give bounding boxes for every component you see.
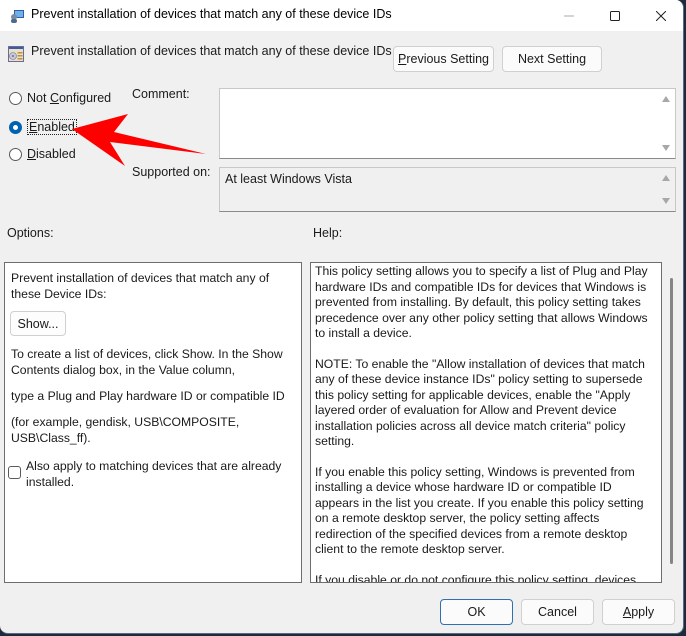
help-label: Help:	[313, 226, 343, 240]
comment-textarea[interactable]	[219, 88, 676, 159]
help-paragraph: This policy setting allows you to specif…	[315, 264, 648, 340]
show-button[interactable]: Show...	[10, 311, 66, 336]
radio-button-checked[interactable]	[9, 120, 22, 134]
radio-label: Enabled	[27, 119, 77, 135]
radio-button[interactable]	[9, 91, 22, 105]
apply-installed-checkbox-row[interactable]: Also apply to matching devices that are …	[8, 458, 296, 490]
radio-not-configured[interactable]: Not Configured	[9, 91, 111, 105]
next-setting-button[interactable]: Next Setting	[502, 46, 602, 72]
close-button[interactable]	[638, 0, 683, 31]
title-bar: Prevent installation of devices that mat…	[0, 0, 683, 31]
supported-on-value: At least Windows Vista	[225, 172, 352, 186]
supported-on-field: At least Windows Vista	[219, 167, 676, 212]
button-label: revious Setting	[406, 52, 490, 66]
apply-installed-checkbox[interactable]	[8, 466, 21, 479]
help-paragraph: NOTE: To enable the "Allow installation …	[315, 356, 645, 449]
radio-disabled[interactable]: Disabled	[9, 147, 76, 161]
options-instructions-3: (for example, gendisk, USB\COMPOSITE, US…	[11, 415, 240, 445]
help-text: This policy setting allows you to specif…	[311, 264, 661, 583]
supported-on-label: Supported on:	[132, 165, 211, 179]
options-instructions-1: To create a list of devices, click Show.…	[11, 347, 283, 377]
scroll-up-icon[interactable]	[662, 175, 670, 181]
scroll-down-icon[interactable]	[662, 198, 670, 204]
setting-title: Prevent installation of devices that mat…	[31, 44, 392, 58]
comment-scrollbar[interactable]	[658, 90, 674, 157]
window-title: Prevent installation of devices that mat…	[31, 7, 392, 21]
maximize-icon	[610, 10, 620, 21]
help-panel: This policy setting allows you to specif…	[310, 262, 662, 583]
radio-label: Disabled	[27, 147, 76, 161]
setting-icon	[8, 46, 24, 62]
apply-button[interactable]: Apply	[602, 599, 675, 625]
options-instructions-2: type a Plug and Play hardware ID or comp…	[11, 389, 285, 403]
cancel-button[interactable]: Cancel	[521, 599, 594, 625]
minimize-button[interactable]	[546, 0, 592, 31]
options-intro: Prevent installation of devices that mat…	[11, 271, 270, 301]
supported-scrollbar[interactable]	[658, 169, 674, 210]
red-arrow-annotation	[72, 114, 206, 166]
ok-button[interactable]: OK	[440, 599, 513, 625]
radio-enabled[interactable]: Enabled	[9, 119, 77, 135]
scroll-up-icon[interactable]	[662, 96, 670, 102]
comment-label: Comment:	[132, 87, 190, 101]
minimize-icon	[564, 15, 574, 16]
checkbox-label: Also apply to matching devices that are …	[26, 459, 282, 489]
close-icon	[656, 10, 666, 21]
options-panel: Prevent installation of devices that mat…	[4, 262, 302, 583]
previous-setting-button[interactable]: Previous Setting	[393, 46, 494, 72]
maximize-button[interactable]	[592, 0, 638, 31]
radio-button[interactable]	[9, 147, 22, 161]
help-paragraph: If you disable or do not configure this …	[315, 572, 637, 583]
radio-label: Not Configured	[27, 91, 112, 105]
button-label: pply	[631, 605, 655, 619]
group-policy-dialog: Prevent installation of devices that mat…	[0, 0, 684, 634]
help-scrollbar-thumb[interactable]	[670, 278, 673, 564]
help-paragraph: If you enable this policy setting, Windo…	[315, 464, 644, 557]
policy-editor-icon	[11, 10, 24, 23]
scroll-down-icon[interactable]	[662, 145, 670, 151]
accelerator-key: A	[622, 605, 632, 619]
options-label: Options:	[7, 226, 54, 240]
arrow-shape	[72, 114, 206, 166]
